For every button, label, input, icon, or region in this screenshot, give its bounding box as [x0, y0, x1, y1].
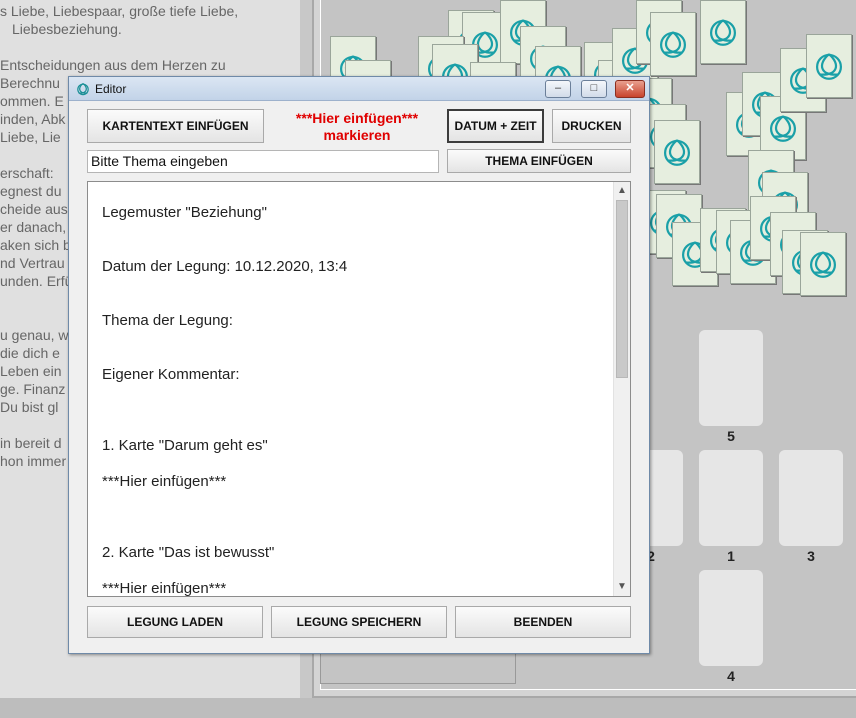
load-spread-button[interactable]: LEGUNG LADEN: [87, 606, 263, 638]
quit-button[interactable]: BEENDEN: [455, 606, 631, 638]
triquetra-icon: [769, 115, 797, 142]
card-slot-1[interactable]: [699, 450, 763, 546]
background-text-line: erschaft:: [0, 165, 54, 181]
card-slot-4[interactable]: [699, 570, 763, 666]
background-text-line: Berechnu: [0, 75, 60, 91]
tarot-card[interactable]: [654, 120, 700, 184]
insert-hint: ***Hier einfügen*** markieren: [287, 110, 427, 144]
editor-text-line: Thema der Legung:: [102, 312, 233, 329]
background-text-line: Liebesbeziehung.: [12, 21, 122, 37]
theme-input[interactable]: Bitte Thema eingeben: [87, 150, 439, 173]
background-text-line: er danach,: [0, 219, 67, 235]
window-title: Editor: [95, 82, 127, 96]
triquetra-icon: [77, 82, 89, 96]
slot-number: 5: [727, 428, 735, 444]
slot-number: 4: [727, 668, 735, 684]
print-button[interactable]: DRUCKEN: [552, 109, 631, 143]
scrollbar-thumb[interactable]: [616, 200, 628, 378]
insert-card-text-button[interactable]: KARTENTEXT EINFÜGEN: [87, 109, 264, 143]
background-text-line: Du bist gl: [0, 399, 59, 415]
save-spread-button[interactable]: LEGUNG SPEICHERN: [271, 606, 447, 638]
scroll-down-icon[interactable]: ▼: [614, 579, 630, 595]
slot-number: 1: [727, 548, 735, 564]
tarot-card[interactable]: [806, 34, 852, 98]
background-text-line: in bereit d: [0, 435, 62, 451]
tarot-card[interactable]: [800, 232, 846, 296]
background-text-line: inden, Abk: [0, 111, 66, 127]
background-text-line: s Liebe, Liebespaar, große tiefe Liebe,: [0, 3, 239, 19]
minimize-button[interactable]: –: [545, 80, 571, 98]
triquetra-icon: [809, 251, 837, 278]
background-text-line: ommen. E: [0, 93, 64, 109]
triquetra-icon: [659, 31, 687, 58]
vertical-scrollbar[interactable]: ▲ ▼: [613, 182, 630, 596]
background-text-line: die dich e: [0, 345, 60, 361]
background-text-line: u genau, w: [0, 327, 69, 343]
card-slot-3[interactable]: [779, 450, 843, 546]
background-text-line: aken sich b: [0, 237, 71, 253]
tarot-card[interactable]: [700, 0, 746, 64]
scroll-up-icon[interactable]: ▲: [614, 183, 630, 199]
tarot-card[interactable]: [650, 12, 696, 76]
close-button[interactable]: ✕: [615, 80, 645, 98]
editor-text-line: ***Hier einfügen***: [102, 473, 227, 490]
insert-hint-line1: ***Hier einfügen***: [295, 110, 419, 126]
editor-text-line: 1. Karte "Darum geht es": [102, 437, 268, 454]
editor-text-line: Legemuster "Beziehung": [102, 204, 267, 221]
editor-text-line: Eigener Kommentar:: [102, 366, 240, 383]
background-text-line: nd Vertrau: [0, 255, 65, 271]
editor-textarea[interactable]: Legemuster "Beziehung" Datum der Legung:…: [87, 181, 631, 597]
triquetra-icon: [709, 19, 737, 46]
triquetra-icon: [663, 139, 691, 166]
insert-theme-button[interactable]: THEMA EINFÜGEN: [447, 149, 631, 173]
bottom-strip: [0, 698, 856, 718]
insert-hint-line2: markieren: [323, 127, 391, 143]
slot-number: 3: [807, 548, 815, 564]
maximize-button[interactable]: □: [581, 80, 607, 98]
background-text-line: unden. Erfü: [0, 273, 73, 289]
editor-text-line: ***Hier einfügen***: [102, 580, 227, 597]
triquetra-icon: [815, 53, 843, 80]
background-text-line: Entscheidungen aus dem Herzen zu: [0, 57, 226, 73]
title-bar[interactable]: Editor – □ ✕: [69, 77, 649, 101]
background-text-line: hon immer: [0, 453, 67, 469]
background-text-line: cheide aus: [0, 201, 68, 217]
card-slot-5[interactable]: [699, 330, 763, 426]
background-text-line: Liebe, Lie: [0, 129, 61, 145]
background-text-line: egnest du: [0, 183, 62, 199]
date-time-button[interactable]: DATUM + ZEIT: [447, 109, 544, 143]
editor-text-line: 2. Karte "Das ist bewusst": [102, 544, 275, 561]
editor-text-line: Datum der Legung: 10.12.2020, 13:4: [102, 258, 348, 275]
background-text-line: Leben ein: [0, 363, 62, 379]
background-text-line: ge. Finanz: [0, 381, 66, 397]
editor-window: Editor – □ ✕ KARTENTEXT EINFÜGEN ***Hier…: [68, 76, 650, 654]
